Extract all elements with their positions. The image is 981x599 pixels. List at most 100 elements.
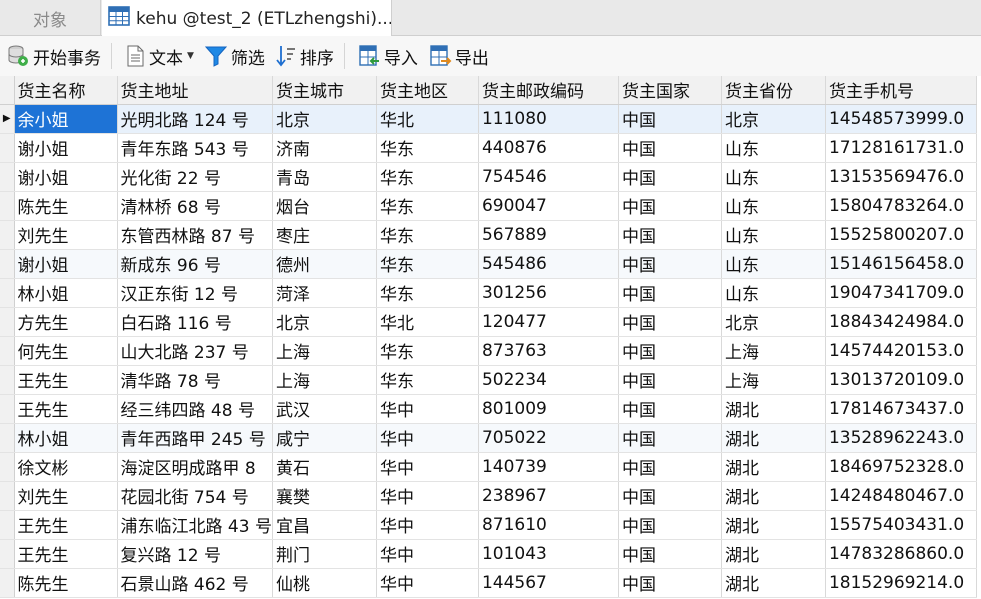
table-cell[interactable]: 15575403431.0 bbox=[825, 510, 977, 540]
table-cell[interactable]: 14548573999.0 bbox=[825, 104, 977, 134]
table-cell[interactable]: 湖北 bbox=[721, 394, 826, 424]
table-cell[interactable]: 王先生 bbox=[14, 539, 118, 569]
table-row[interactable]: 刘先生 东管西林路 87 号枣庄 华东 567889 中国 山东 15525800207.0 bbox=[0, 220, 977, 250]
table-row[interactable]: ▶ 余小姐 光明北路 124 号北京 华北 111080 中国 北京 14548573999.… bbox=[0, 104, 977, 134]
table-row[interactable]: 林小姐 汉正东街 12 号菏泽 华东 301256 中国 山东 19047341709.0 bbox=[0, 278, 977, 308]
table-cell[interactable]: 湖北 bbox=[721, 539, 826, 569]
chevron-down-icon[interactable]: ▼ bbox=[187, 51, 194, 61]
table-cell[interactable]: 徐文彬 bbox=[14, 452, 118, 482]
table-cell[interactable]: 华中 bbox=[376, 452, 479, 482]
table-cell[interactable]: 120477 bbox=[478, 307, 619, 337]
table-cell[interactable]: 中国 bbox=[618, 336, 722, 366]
table-row[interactable]: 徐文彬 海淀区明成路甲 8 黄石 华中 140739 中国 湖北 18469752328.0 bbox=[0, 452, 977, 482]
table-cell[interactable]: 宜昌 bbox=[272, 510, 377, 540]
table-cell[interactable]: 王先生 bbox=[14, 394, 118, 424]
table-cell[interactable]: 东管西林路 87 号 bbox=[117, 220, 273, 250]
table-cell[interactable]: 502234 bbox=[478, 365, 619, 395]
column-header[interactable]: 货主城市 bbox=[272, 76, 377, 105]
table-cell[interactable]: 北京 bbox=[272, 104, 377, 134]
table-cell[interactable]: 中国 bbox=[618, 452, 722, 482]
table-cell[interactable]: 德州 bbox=[272, 249, 377, 279]
table-cell[interactable]: 谢小姐 bbox=[14, 162, 118, 192]
table-cell[interactable]: 复兴路 12 号 bbox=[117, 539, 273, 569]
table-cell[interactable]: 567889 bbox=[478, 220, 619, 250]
row-selector[interactable]: ▶ bbox=[0, 104, 15, 134]
table-cell[interactable]: 中国 bbox=[618, 162, 722, 192]
table-cell[interactable]: 18843424984.0 bbox=[825, 307, 977, 337]
text-view-button[interactable]: 文本 ▼ bbox=[120, 40, 198, 72]
table-cell[interactable]: 中国 bbox=[618, 568, 722, 598]
column-header[interactable]: 货主省份 bbox=[721, 76, 826, 105]
table-cell[interactable]: 中国 bbox=[618, 539, 722, 569]
table-cell[interactable]: 140739 bbox=[478, 452, 619, 482]
table-cell[interactable]: 238967 bbox=[478, 481, 619, 511]
table-cell[interactable]: 华东 bbox=[376, 191, 479, 221]
table-cell[interactable]: 871610 bbox=[478, 510, 619, 540]
row-selector[interactable] bbox=[0, 539, 15, 569]
table-cell[interactable]: 山东 bbox=[721, 220, 826, 250]
table-cell[interactable]: 石景山路 462 号 bbox=[117, 568, 273, 598]
table-cell[interactable]: 山大北路 237 号 bbox=[117, 336, 273, 366]
table-cell[interactable]: 北京 bbox=[721, 104, 826, 134]
table-cell[interactable]: 林小姐 bbox=[14, 278, 118, 308]
column-header[interactable]: 货主手机号 bbox=[825, 76, 977, 105]
table-cell[interactable]: 690047 bbox=[478, 191, 619, 221]
sort-button[interactable]: 排序 bbox=[271, 40, 338, 72]
table-cell[interactable]: 刘先生 bbox=[14, 220, 118, 250]
table-cell[interactable]: 111080 bbox=[478, 104, 619, 134]
row-selector[interactable] bbox=[0, 133, 15, 163]
table-cell[interactable]: 14783286860.0 bbox=[825, 539, 977, 569]
table-cell[interactable]: 仙桃 bbox=[272, 568, 377, 598]
column-header[interactable]: 货主名称 bbox=[14, 76, 118, 105]
table-cell[interactable]: 中国 bbox=[618, 278, 722, 308]
table-cell[interactable]: 873763 bbox=[478, 336, 619, 366]
table-cell[interactable]: 菏泽 bbox=[272, 278, 377, 308]
table-cell[interactable]: 545486 bbox=[478, 249, 619, 279]
table-cell[interactable]: 144567 bbox=[478, 568, 619, 598]
table-cell[interactable]: 山东 bbox=[721, 133, 826, 163]
row-selector[interactable] bbox=[0, 278, 15, 308]
table-row[interactable]: 王先生 复兴路 12 号荆门 华中 101043 中国 湖北 14783286860.0 bbox=[0, 539, 977, 569]
table-cell[interactable]: 中国 bbox=[618, 394, 722, 424]
table-cell[interactable]: 经三纬四路 48 号 bbox=[117, 394, 273, 424]
table-cell[interactable]: 武汉 bbox=[272, 394, 377, 424]
table-cell[interactable]: 湖北 bbox=[721, 423, 826, 453]
table-cell[interactable]: 枣庄 bbox=[272, 220, 377, 250]
table-cell[interactable]: 王先生 bbox=[14, 365, 118, 395]
table-cell[interactable]: 华中 bbox=[376, 568, 479, 598]
table-cell[interactable]: 新成东 96 号 bbox=[117, 249, 273, 279]
table-cell[interactable]: 中国 bbox=[618, 191, 722, 221]
row-selector[interactable] bbox=[0, 510, 15, 540]
row-selector[interactable] bbox=[0, 307, 15, 337]
table-cell[interactable]: 王先生 bbox=[14, 510, 118, 540]
table-cell[interactable]: 济南 bbox=[272, 133, 377, 163]
row-selector[interactable] bbox=[0, 336, 15, 366]
row-selector[interactable] bbox=[0, 191, 15, 221]
row-selector[interactable] bbox=[0, 423, 15, 453]
table-cell[interactable]: 18152969214.0 bbox=[825, 568, 977, 598]
table-cell[interactable]: 华中 bbox=[376, 423, 479, 453]
table-cell[interactable]: 湖北 bbox=[721, 452, 826, 482]
table-cell[interactable]: 湖北 bbox=[721, 510, 826, 540]
table-cell[interactable]: 山东 bbox=[721, 191, 826, 221]
table-cell[interactable]: 荆门 bbox=[272, 539, 377, 569]
table-cell[interactable]: 上海 bbox=[272, 365, 377, 395]
import-button[interactable]: 导入 bbox=[353, 40, 422, 72]
table-cell[interactable]: 光化街 22 号 bbox=[117, 162, 273, 192]
table-cell[interactable]: 中国 bbox=[618, 307, 722, 337]
table-cell[interactable]: 湖北 bbox=[721, 481, 826, 511]
table-cell[interactable]: 19047341709.0 bbox=[825, 278, 977, 308]
table-cell[interactable]: 清林桥 68 号 bbox=[117, 191, 273, 221]
table-cell[interactable]: 华东 bbox=[376, 133, 479, 163]
table-cell[interactable]: 上海 bbox=[272, 336, 377, 366]
table-cell[interactable]: 华东 bbox=[376, 336, 479, 366]
filter-button[interactable]: 筛选 bbox=[200, 40, 269, 72]
table-cell[interactable]: 18469752328.0 bbox=[825, 452, 977, 482]
table-cell[interactable]: 山东 bbox=[721, 162, 826, 192]
table-cell[interactable]: 中国 bbox=[618, 510, 722, 540]
table-cell[interactable]: 华东 bbox=[376, 365, 479, 395]
table-cell[interactable]: 14574420153.0 bbox=[825, 336, 977, 366]
table-cell[interactable]: 华北 bbox=[376, 307, 479, 337]
column-header[interactable]: 货主地区 bbox=[376, 76, 479, 105]
table-row[interactable]: 王先生 经三纬四路 48 号武汉 华中 801009 中国 湖北 17814673437.0 bbox=[0, 394, 977, 424]
